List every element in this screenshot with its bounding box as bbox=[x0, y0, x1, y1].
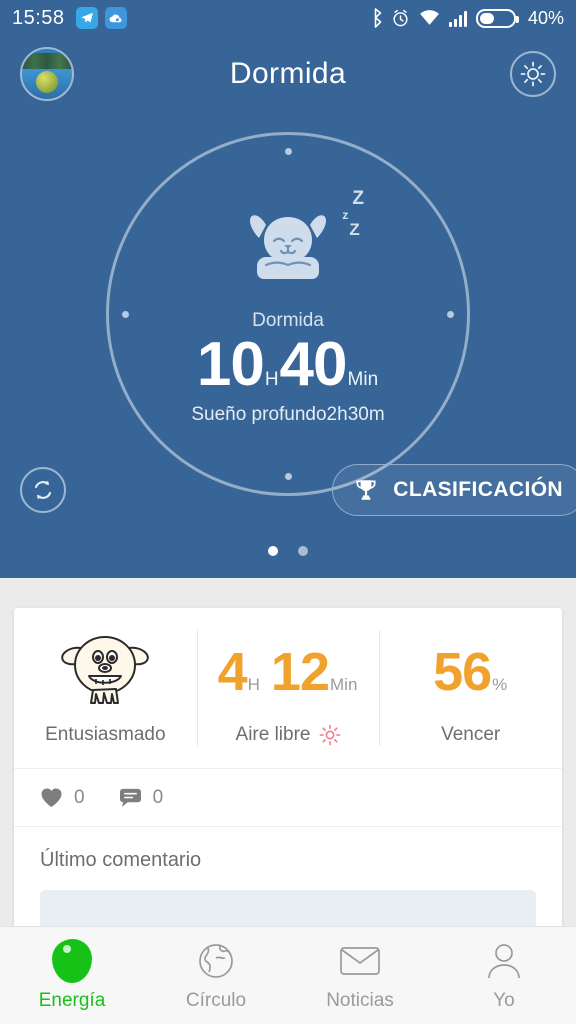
bluetooth-icon bbox=[374, 8, 382, 28]
globe-icon bbox=[199, 943, 233, 978]
status-notification-icons bbox=[75, 7, 127, 29]
heart-icon bbox=[41, 788, 62, 808]
sleep-hero-panel: Dormida Z z Z Dormida 10 H 40 Min Sueño … bbox=[0, 36, 576, 578]
zzz-letter-3: Z bbox=[349, 219, 360, 239]
comment-icon bbox=[119, 788, 141, 808]
zzz-letter-2: z bbox=[342, 207, 349, 222]
avatar-photo-trees bbox=[22, 53, 72, 69]
mood-icon-wrap bbox=[57, 630, 153, 714]
sun-icon bbox=[520, 61, 546, 87]
stat-mood-caption: Entusiasmado bbox=[45, 724, 165, 746]
stat-outdoor-label: Aire libre bbox=[235, 724, 311, 745]
person-icon bbox=[488, 943, 520, 978]
status-system-icons: 40% bbox=[369, 8, 564, 29]
energy-icon bbox=[52, 938, 92, 983]
stat-outdoor[interactable]: 4 H 12 Min Aire libre bbox=[196, 608, 380, 768]
ranking-button[interactable]: CLASIFICACIÓN bbox=[332, 464, 576, 516]
trophy-icon bbox=[356, 480, 376, 500]
goal-value-wrap: 56 % bbox=[433, 630, 508, 714]
sleep-minutes-unit: Min bbox=[347, 368, 379, 390]
envelope-icon bbox=[340, 946, 380, 975]
stat-goal[interactable]: 56 % Vencer bbox=[379, 608, 562, 768]
page-dot-2[interactable] bbox=[298, 546, 308, 556]
stats-row: Entusiasmado 4 H 12 Min Aire libre 56 % … bbox=[14, 608, 562, 768]
page-indicator[interactable] bbox=[268, 546, 308, 556]
nav-label-yo: Yo bbox=[493, 989, 515, 1011]
nav-label-circulo: Círculo bbox=[185, 989, 247, 1011]
wifi-icon bbox=[420, 9, 439, 25]
outdoor-hours-unit: H bbox=[247, 675, 260, 694]
sun-pink-icon bbox=[319, 724, 340, 746]
sync-button[interactable] bbox=[20, 467, 66, 513]
goal-value: 56 % bbox=[433, 645, 508, 699]
status-time: 15:58 bbox=[12, 6, 65, 29]
outdoor-minutes: 12 bbox=[270, 642, 330, 702]
telegram-icon bbox=[75, 7, 98, 29]
nav-item-noticias[interactable]: Noticias bbox=[288, 940, 432, 1012]
social-row: 0 0 bbox=[14, 768, 562, 826]
status-bar: 15:58 40% bbox=[0, 0, 576, 36]
stat-mood[interactable]: Entusiasmado bbox=[14, 608, 197, 768]
outdoor-value-wrap: 4 H 12 Min bbox=[218, 630, 359, 714]
like-button[interactable]: 0 bbox=[40, 787, 85, 809]
deep-sleep-label: Sueño profundo2h30m bbox=[191, 403, 385, 425]
sleep-duration: 10 H 40 Min bbox=[196, 329, 379, 399]
like-count: 0 bbox=[74, 786, 85, 808]
sleep-minutes: 40 bbox=[279, 329, 348, 399]
battery-icon bbox=[475, 8, 519, 28]
nav-item-circulo[interactable]: Círculo bbox=[144, 940, 288, 1012]
outdoor-minutes-unit: Min bbox=[330, 675, 358, 694]
sleep-ring-content: Z z Z Dormida 10 H 40 Min Sueño profundo… bbox=[106, 132, 470, 496]
nav-label-energia: Energía bbox=[38, 989, 106, 1011]
comment-count: 0 bbox=[152, 786, 164, 808]
stat-mood-label: Entusiasmado bbox=[45, 724, 166, 745]
nav-item-yo[interactable]: Yo bbox=[432, 940, 576, 1012]
stat-goal-label: Vencer bbox=[441, 724, 501, 745]
sleep-state-label: Dormida bbox=[252, 309, 324, 331]
outdoor-hours: 4 bbox=[217, 642, 248, 702]
alarm-icon bbox=[393, 9, 408, 26]
signal-icon bbox=[448, 10, 467, 27]
outdoor-value: 4 H 12 Min bbox=[218, 645, 359, 699]
ranking-label: CLASIFICACIÓN bbox=[393, 478, 563, 501]
sleep-ring[interactable]: Z z Z Dormida 10 H 40 Min Sueño profundo… bbox=[106, 132, 470, 496]
cloud-icon bbox=[104, 7, 127, 29]
zzz-letter-1: Z bbox=[352, 187, 364, 209]
sync-icon bbox=[34, 480, 52, 500]
bottom-nav: Energía Círculo Noticias Yo bbox=[0, 926, 576, 1024]
app-bar: Dormida bbox=[0, 36, 576, 112]
goal-number: 56 bbox=[433, 642, 492, 702]
page-title: Dormida bbox=[229, 57, 347, 90]
last-comment-label: Último comentario bbox=[40, 849, 202, 871]
goal-unit: % bbox=[492, 675, 508, 694]
activity-card: Entusiasmado 4 H 12 Min Aire libre 56 % … bbox=[14, 608, 562, 950]
battery-percent: 40% bbox=[527, 7, 564, 28]
sleep-hours: 10 bbox=[196, 329, 265, 399]
stat-goal-caption: Vencer bbox=[441, 724, 500, 746]
avatar[interactable] bbox=[20, 47, 74, 101]
stat-outdoor-caption: Aire libre bbox=[236, 724, 341, 746]
nav-label-noticias: Noticias bbox=[326, 989, 394, 1011]
sleep-hours-unit: H bbox=[264, 368, 279, 390]
nav-item-energia[interactable]: Energía bbox=[0, 938, 144, 1012]
sheep-face-icon bbox=[61, 636, 150, 704]
comment-button[interactable]: 0 bbox=[119, 786, 164, 809]
zzz-icon: Z z Z bbox=[336, 189, 364, 238]
avatar-photo-ball bbox=[36, 71, 58, 93]
brightness-button[interactable] bbox=[510, 51, 556, 97]
page-dot-1[interactable] bbox=[268, 546, 278, 556]
sleeping-bunny-icon: Z z Z bbox=[236, 189, 364, 300]
